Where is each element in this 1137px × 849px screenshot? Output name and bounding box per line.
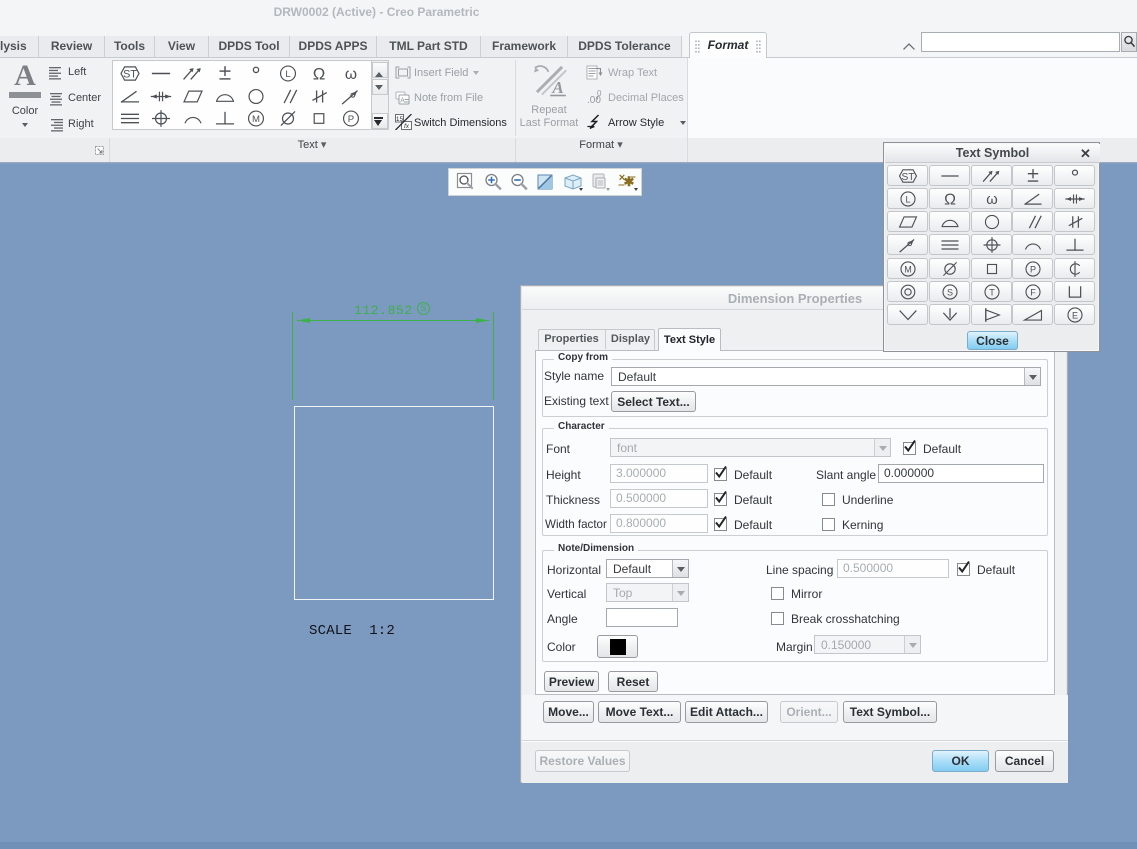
svg-text:L: L [285, 69, 291, 80]
svg-text:E: E [1071, 311, 1077, 321]
svg-text:Ω: Ω [313, 65, 326, 84]
svg-text:ST: ST [901, 171, 914, 182]
svg-text:L: L [905, 194, 910, 204]
svg-text:Ω: Ω [944, 191, 956, 207]
svg-text:F: F [1030, 287, 1036, 297]
svg-text:A: A [551, 78, 563, 97]
svg-text:T: T [989, 287, 995, 297]
svg-text:M: M [904, 264, 912, 274]
svg-text:A: A [400, 98, 405, 105]
svg-text:ω: ω [986, 192, 997, 208]
svg-text:fx: fx [404, 123, 410, 130]
svg-text:P: P [348, 114, 354, 125]
svg-text:M: M [252, 114, 260, 125]
svg-text:ST: ST [123, 69, 137, 81]
svg-text:P: P [1029, 264, 1035, 274]
svg-text:ω: ω [345, 66, 357, 83]
svg-text:✱: ✱ [624, 174, 635, 189]
svg-text:S: S [946, 287, 952, 297]
